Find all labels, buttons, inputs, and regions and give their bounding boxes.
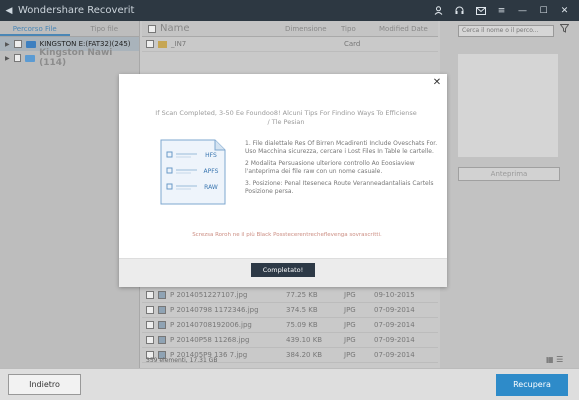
image-icon	[158, 321, 166, 329]
file-type: Card	[344, 40, 361, 48]
checkbox[interactable]	[146, 291, 154, 299]
sidebar-tabs: Percorso File Tipo file	[0, 21, 139, 37]
tip-3: 3. Posizione: Penal Iteseneca Route Vera…	[245, 180, 434, 195]
tip-2: 2 Modalita Persuasione ulteriore control…	[245, 160, 415, 175]
checkbox[interactable]	[13, 40, 22, 48]
search-input[interactable]: Cerca il nome o il perco...	[458, 25, 554, 37]
maximize-icon[interactable]: ☐	[533, 0, 554, 21]
dialog-footer: Completato!	[119, 258, 447, 287]
file-size: 75.09 KB	[286, 321, 318, 329]
checkbox[interactable]	[146, 306, 154, 314]
headset-icon[interactable]	[449, 0, 470, 21]
status-text: 359 elementi, 17.31 GB	[146, 357, 218, 364]
file-date: 07-09-2014	[374, 306, 415, 314]
sidebar-item-label: Kingston Nawi (114)	[39, 48, 113, 68]
recover-button[interactable]: Recupera	[496, 374, 568, 396]
list-view-icon[interactable]: ☰	[556, 355, 563, 364]
app-title: Wondershare Recoverit	[18, 5, 135, 16]
file-date: 07-09-2014	[374, 351, 415, 359]
checkbox[interactable]	[146, 321, 154, 329]
right-panel: Cerca il nome o il perco... Anteprima ▦ …	[440, 21, 579, 368]
preview-button[interactable]: Anteprima	[458, 167, 560, 181]
drive-icon	[25, 40, 36, 48]
folder-icon	[158, 40, 167, 48]
preview-area	[458, 54, 558, 157]
sidebar-item-kingston-nawi[interactable]: ▶ Kingston Nawi (114)	[0, 48, 139, 68]
tab-file-type[interactable]: Tipo file	[70, 21, 140, 36]
close-icon[interactable]: ✕	[554, 0, 575, 21]
window-controls: ≡ — ☐ ✕	[428, 0, 575, 21]
drive-icon	[25, 54, 36, 62]
checkbox[interactable]	[13, 54, 22, 62]
expand-arrow-icon[interactable]: ▶	[5, 55, 10, 62]
column-name[interactable]: Name	[156, 23, 281, 34]
file-type: JPG	[344, 291, 356, 299]
table-row[interactable]: P 20140798 1172346.jpg 374.5 KB JPG 07-0…	[142, 303, 438, 318]
file-size: 374.5 KB	[286, 306, 318, 314]
tips-list: 1. File dialettale Res Of Birren Mcadire…	[245, 140, 443, 200]
expand-arrow-icon[interactable]: ▶	[5, 41, 10, 48]
filter-icon[interactable]	[559, 24, 570, 36]
table-row[interactable]: P 2014051227107.jpg 77.25 KB JPG 09-10-2…	[142, 288, 438, 303]
hfs-label: HFS	[205, 152, 217, 159]
back-icon[interactable]: ◀	[0, 0, 18, 21]
more-info-link[interactable]: Screzsa Roroh ne il più Black Posstecere…	[157, 232, 417, 238]
image-icon	[158, 336, 166, 344]
done-button[interactable]: Completato!	[251, 263, 315, 277]
file-type: JPG	[344, 336, 356, 344]
column-date[interactable]: Modified Date	[375, 25, 435, 33]
table-row[interactable]: P 20140P58 11268.jpg 439.10 KB JPG 07-09…	[142, 333, 438, 348]
user-icon[interactable]	[428, 0, 449, 21]
column-size[interactable]: Dimensione	[281, 25, 337, 33]
checkbox[interactable]	[146, 40, 154, 48]
checkbox[interactable]	[146, 336, 154, 344]
title-bar: ◀ Wondershare Recoverit ≡ — ☐ ✕	[0, 0, 579, 21]
file-type: JPG	[344, 321, 356, 329]
table-row[interactable]: P 20140708192006.jpg 75.09 KB JPG 07-09-…	[142, 318, 438, 333]
file-type: JPG	[344, 306, 356, 314]
file-name: P 20140P58 11268.jpg	[170, 336, 250, 344]
raw-label: RAW	[204, 184, 218, 191]
image-icon	[158, 306, 166, 314]
mail-icon[interactable]	[470, 0, 491, 21]
close-icon[interactable]: ✕	[431, 77, 443, 89]
file-size: 384.20 KB	[286, 351, 323, 359]
file-name: P 20140798 1172346.jpg	[170, 306, 259, 314]
minimize-icon[interactable]: —	[512, 0, 533, 21]
file-type: JPG	[344, 351, 356, 359]
sidebar-item-label: KINGSTON E:(FAT32)(245)	[39, 40, 131, 48]
list-header: Name Dimensione Tipo Modified Date	[142, 21, 438, 37]
file-size: 77.25 KB	[286, 291, 318, 299]
file-name: P 2014051227107.jpg	[170, 291, 248, 299]
file-date: 07-09-2014	[374, 321, 415, 329]
file-date: 09-10-2015	[374, 291, 415, 299]
file-system-illustration: HFS APFS RAW	[159, 138, 227, 206]
tab-file-path[interactable]: Percorso File	[0, 21, 70, 36]
dialog-title: If Scan Completed, 3-50 Ee Foundoo8! Alc…	[155, 109, 417, 126]
table-row[interactable]: _IN7 Card	[142, 37, 438, 52]
menu-icon[interactable]: ≡	[491, 0, 512, 21]
select-all-checkbox[interactable]	[148, 24, 156, 33]
column-type[interactable]: Tipo	[337, 25, 375, 33]
image-icon	[158, 291, 166, 299]
grid-view-icon[interactable]: ▦	[546, 355, 554, 364]
file-size: 439.10 KB	[286, 336, 323, 344]
file-date: 07-09-2014	[374, 336, 415, 344]
tip-1: 1. File dialettale Res Of Birren Mcadire…	[245, 140, 438, 155]
scan-complete-dialog: ✕ If Scan Completed, 3-50 Ee Foundoo8! A…	[119, 74, 447, 287]
file-name: P 20140708192006.jpg	[170, 321, 252, 329]
bottom-bar: 359 elementi, 17.31 GB Indietro Recupera	[0, 357, 579, 400]
file-name: _IN7	[171, 40, 187, 48]
back-button[interactable]: Indietro	[8, 374, 81, 395]
apfs-label: APFS	[204, 168, 219, 175]
